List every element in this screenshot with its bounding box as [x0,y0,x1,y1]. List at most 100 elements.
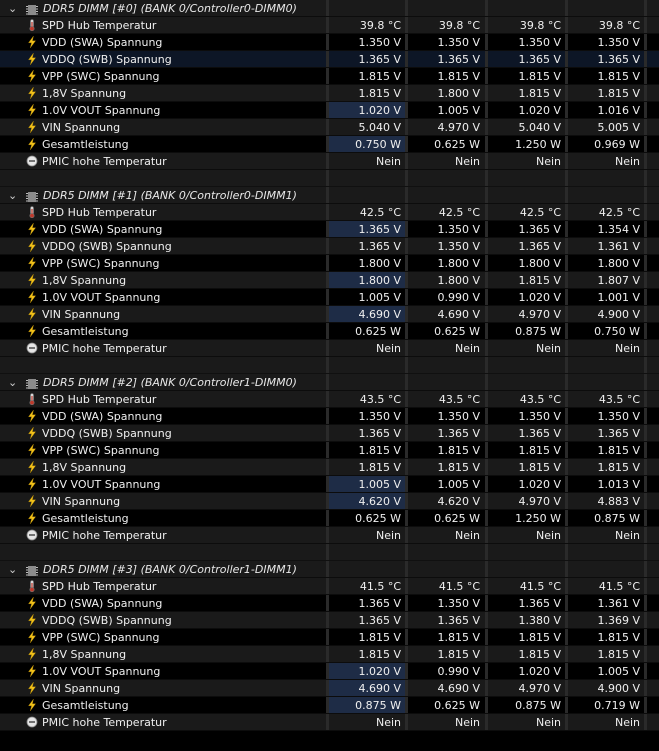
avg-value: Nein [614,155,640,168]
column-divider [644,0,647,16]
sensor-label: 1,8V Spannung [42,274,127,287]
sensor-row[interactable]: VPP (SWC) Spannung 1.815 V 1.815 V 1.815 V 1… [0,629,659,646]
sensor-row[interactable]: Gesamtleistung 0.750 W 0.625 W 1.250 W 0.969… [0,136,659,153]
min-value: 1.005 V [437,478,480,491]
sensor-row[interactable]: Gesamtleistung 0.625 W 0.625 W 1.250 W 0.875… [0,510,659,527]
sensor-row[interactable]: 1,8V Spannung 1.815 V 1.815 V 1.815 V 1.815 … [0,646,659,663]
sensor-row[interactable]: 1.0V VOUT Spannung 1.020 V 1.005 V 1.020 V 1… [0,102,659,119]
avg-value: 1.016 V [597,104,640,117]
sensor-row[interactable]: VIN Spannung 4.690 V 4.690 V 4.970 V 4.900 V [0,306,659,323]
sensor-row[interactable]: SPD Hub Temperatur 39.8 °C 39.8 °C 39.8 °C 3… [0,17,659,34]
sensor-label: 1,8V Spannung [42,461,127,474]
memory-chip-icon [26,564,38,576]
sensor-row[interactable]: VDDQ (SWB) Spannung 1.365 V 1.350 V 1.365 V… [0,238,659,255]
column-divider [405,187,408,203]
sensor-row[interactable]: Gesamtleistung 0.625 W 0.625 W 0.875 W 0.750… [0,323,659,340]
sensor-row[interactable]: PMIC hohe Temperatur Nein Nein Nein Nein [0,714,659,731]
sensor-row[interactable]: VPP (SWC) Spannung 1.800 V 1.800 V 1.800 V 1… [0,255,659,272]
max-value: 1.020 V [518,665,561,678]
chevron-down-icon[interactable]: ⌄ [8,561,17,578]
sensor-row[interactable]: 1,8V Spannung 1.815 V 1.800 V 1.815 V 1.815 … [0,85,659,102]
sensor-label: VDD (SWA) Spannung [42,410,163,423]
current-value: 1.365 V [358,240,401,253]
status-circle-icon [26,529,38,541]
sensor-row[interactable]: VPP (SWC) Spannung 1.815 V 1.815 V 1.815 V 1… [0,442,659,459]
current-value: 1.815 V [358,70,401,83]
column-divider [485,357,488,373]
chevron-down-icon[interactable]: ⌄ [8,0,17,17]
sensor-row[interactable]: VDDQ (SWB) Spannung 1.365 V 1.365 V 1.365 V… [0,51,659,68]
column-divider [644,663,647,679]
avg-value: 1.815 V [597,87,640,100]
column-divider [644,374,647,390]
sensor-row[interactable]: VDD (SWA) Spannung 1.350 V 1.350 V 1.350 V 1… [0,408,659,425]
sensor-row[interactable]: 1.0V VOUT Spannung 1.005 V 1.005 V 1.020 V 1… [0,476,659,493]
max-value: 1.815 V [518,461,561,474]
sensor-row[interactable]: SPD Hub Temperatur 41.5 °C 41.5 °C 41.5 °C 4… [0,578,659,595]
max-value: 0.875 W [515,325,561,338]
column-divider [565,561,568,577]
sensor-row[interactable]: VDDQ (SWB) Spannung 1.365 V 1.365 V 1.365 V… [0,425,659,442]
sensor-label: VIN Spannung [42,682,121,695]
current-value: 0.750 W [329,136,405,152]
min-value: 4.620 V [437,495,480,508]
lightning-icon [26,137,38,151]
sensor-row[interactable]: VDD (SWA) Spannung 1.350 V 1.350 V 1.350 V 1… [0,34,659,51]
group-header[interactable]: ⌄ DDR5 DIMM [#3] (BANK 0/Controller1-DIMM… [0,561,659,578]
thermometer-icon [26,19,38,32]
current-value: 43.5 °C [359,393,401,406]
group-header[interactable]: ⌄ DDR5 DIMM [#1] (BANK 0/Controller0-DIMM… [0,187,659,204]
status-circle-icon [26,155,38,167]
status-circle-icon [26,716,38,728]
sensor-row[interactable]: 1,8V Spannung 1.815 V 1.815 V 1.815 V 1.815 … [0,459,659,476]
chevron-down-icon[interactable]: ⌄ [8,187,17,204]
current-value: 1.365 V [329,221,405,237]
group-header[interactable]: ⌄ DDR5 DIMM [#2] (BANK 0/Controller1-DIMM… [0,374,659,391]
max-value: 4.970 V [518,495,561,508]
sensor-row[interactable]: PMIC hohe Temperatur Nein Nein Nein Nein [0,527,659,544]
lightning-icon [26,460,38,474]
current-value: 1.005 V [329,476,405,492]
column-divider [565,0,568,16]
sensor-label: SPD Hub Temperatur [42,393,157,406]
max-value: 1.815 V [518,631,561,644]
thermometer-icon [26,206,38,219]
lightning-icon [26,273,38,287]
sensor-row[interactable]: VIN Spannung 5.040 V 4.970 V 5.040 V 5.005 V [0,119,659,136]
min-value: 0.625 W [434,699,480,712]
sensor-row[interactable]: SPD Hub Temperatur 43.5 °C 43.5 °C 43.5 °C 4… [0,391,659,408]
sensor-row[interactable]: VPP (SWC) Spannung 1.815 V 1.815 V 1.815 V 1… [0,68,659,85]
column-divider [565,187,568,203]
sensor-row[interactable]: VIN Spannung 4.620 V 4.620 V 4.970 V 4.883 V [0,493,659,510]
sensor-row[interactable]: 1,8V Spannung 1.800 V 1.800 V 1.815 V 1.807 … [0,272,659,289]
column-divider [644,357,647,373]
column-divider [565,357,568,373]
sensor-row[interactable]: VIN Spannung 4.690 V 4.690 V 4.970 V 4.900 V [0,680,659,697]
current-value: 42.5 °C [359,206,401,219]
sensor-row[interactable]: SPD Hub Temperatur 42.5 °C 42.5 °C 42.5 °C 4… [0,204,659,221]
current-value: 41.5 °C [359,580,401,593]
chevron-down-icon[interactable]: ⌄ [8,374,17,391]
lightning-icon [26,239,38,253]
sensor-row[interactable]: VDDQ (SWB) Spannung 1.365 V 1.365 V 1.380 V… [0,612,659,629]
column-divider [644,34,647,50]
sensor-row[interactable]: 1.0V VOUT Spannung 1.005 V 0.990 V 1.020 V 1… [0,289,659,306]
sensor-row[interactable]: VDD (SWA) Spannung 1.365 V 1.350 V 1.365 V 1… [0,221,659,238]
column-divider [326,357,329,373]
sensor-row[interactable]: PMIC hohe Temperatur Nein Nein Nein Nein [0,340,659,357]
sensor-label: VIN Spannung [42,308,121,321]
lightning-icon [26,494,38,508]
group-header[interactable]: ⌄ DDR5 DIMM [#0] (BANK 0/Controller0-DIMM… [0,0,659,17]
sensor-row[interactable]: 1.0V VOUT Spannung 1.020 V 0.990 V 1.020 V 1… [0,663,659,680]
current-value: Nein [375,529,401,542]
sensor-row[interactable]: PMIC hohe Temperatur Nein Nein Nein Nein [0,153,659,170]
sensor-label: PMIC hohe Temperatur [42,155,167,168]
thermometer-icon [26,393,38,406]
sensor-label: Gesamtleistung [42,138,129,151]
column-divider [644,85,647,101]
sensor-row[interactable]: Gesamtleistung 0.875 W 0.625 W 0.875 W 0.719… [0,697,659,714]
min-value: Nein [454,529,480,542]
avg-value: Nein [614,342,640,355]
sensor-row[interactable]: VDD (SWA) Spannung 1.365 V 1.350 V 1.365 V 1… [0,595,659,612]
column-divider [644,221,647,237]
